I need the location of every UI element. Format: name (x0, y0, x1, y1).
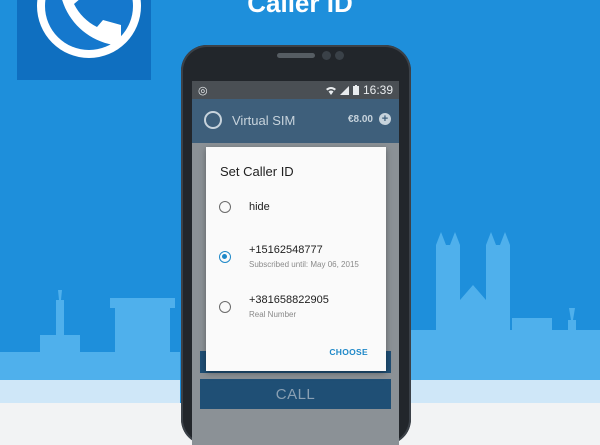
phone-sensor (335, 51, 344, 60)
call-button[interactable]: CALL (200, 379, 391, 409)
radio-button[interactable] (219, 201, 231, 213)
option-label: +381658822905 (249, 294, 329, 306)
wifi-icon (325, 86, 336, 95)
balance-label: €8.00 (347, 114, 373, 125)
option-label: +15162548777 (249, 244, 323, 256)
option-number-subscribed[interactable]: +15162548777 Subscribed until: May 06, 2… (206, 243, 386, 283)
phone-camera (322, 51, 331, 60)
signal-icon (339, 85, 349, 95)
app-toolbar: Virtual SIM €8.00 + (192, 99, 399, 143)
status-clock: 16:39 (362, 83, 393, 97)
option-label: hide (249, 201, 270, 213)
option-hide[interactable]: hide (206, 193, 386, 233)
app-title: Virtual SIM (232, 113, 296, 128)
option-subtitle: Real Number (249, 310, 297, 319)
notification-icon: ◎ (198, 85, 208, 97)
choose-button[interactable]: CHOOSE (329, 347, 368, 357)
dialog-title: Set Caller ID (220, 164, 294, 179)
option-number-real[interactable]: +381658822905 Real Number (206, 293, 386, 333)
phone-handset-icon (37, 0, 141, 58)
app-logo (17, 0, 151, 80)
set-caller-id-dialog: Set Caller ID hide +15162548777 Subscrib… (206, 147, 386, 371)
radio-button[interactable] (219, 301, 231, 313)
add-credit-icon[interactable]: + (379, 113, 391, 125)
status-icons: 16:39 (325, 83, 393, 97)
option-subtitle: Subscribed until: May 06, 2015 (249, 260, 359, 269)
promo-title: Caller ID (247, 0, 353, 18)
battery-icon (352, 85, 359, 95)
app-logo-icon (204, 111, 222, 129)
radio-button-selected[interactable] (219, 251, 231, 263)
status-bar: ◎ 16:39 (192, 81, 399, 99)
phone-speaker (277, 53, 315, 58)
